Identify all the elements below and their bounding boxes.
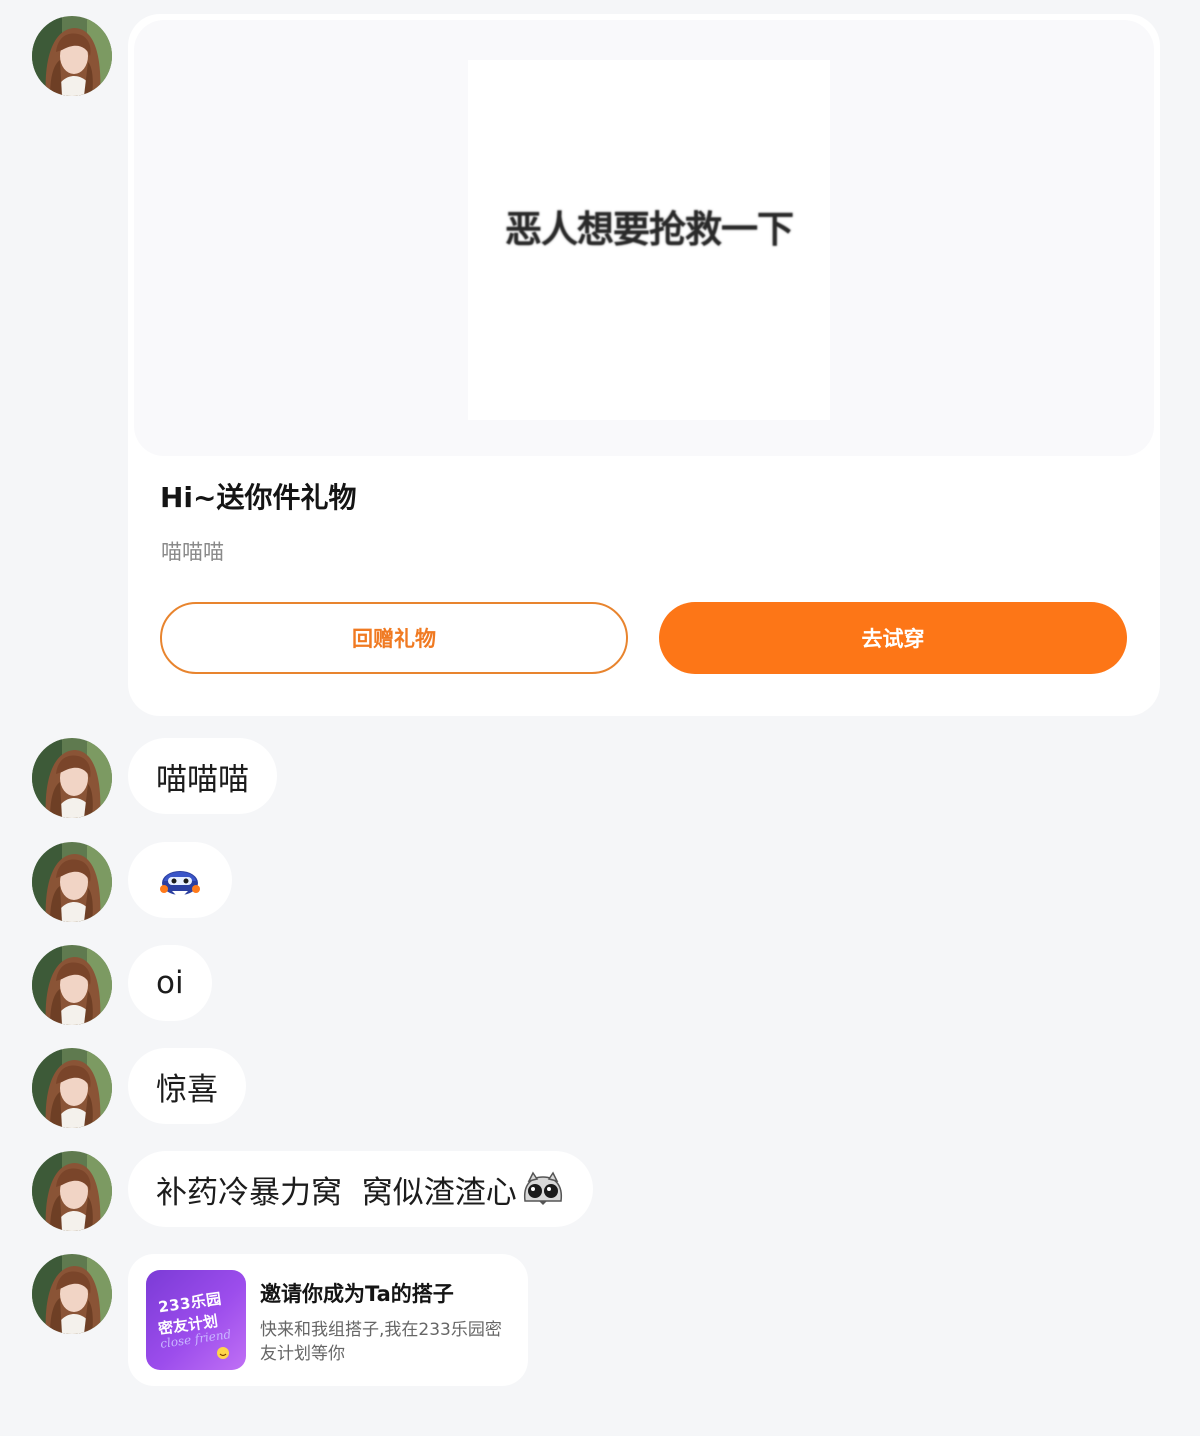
message-bubble[interactable]: 惊喜 <box>128 1048 246 1124</box>
message-text: 补药冷暴力窝 窝似渣渣心 <box>156 1174 517 1211</box>
message-text: 惊喜 <box>156 1071 218 1108</box>
avatar-image <box>32 842 112 922</box>
avatar[interactable] <box>32 945 112 1025</box>
message-bubble[interactable]: 补药冷暴力窝 窝似渣渣心 <box>128 1151 593 1227</box>
avatar[interactable] <box>32 1254 112 1334</box>
avatar-image <box>32 1048 112 1128</box>
avatar[interactable] <box>32 738 112 818</box>
avatar[interactable] <box>32 1151 112 1231</box>
avatar-image <box>32 1254 112 1334</box>
avatar-image <box>32 945 112 1025</box>
try-on-button[interactable]: 去试穿 <box>659 602 1127 674</box>
smiley-icon <box>217 1347 229 1359</box>
message-text: 喵喵喵 <box>156 761 249 798</box>
gift-preview: 恶人想要抢救一下 <box>134 20 1154 456</box>
invite-description: 快来和我组搭子,我在233乐园密友计划等你 <box>260 1320 502 1364</box>
invite-card[interactable]: 233乐园 密友计划 close friend 邀请你成为Ta的搭子 快来和我组… <box>128 1254 528 1386</box>
avatar-image <box>32 1151 112 1231</box>
avatar-image <box>32 16 112 96</box>
gift-title: Hi~送你件礼物 <box>160 481 357 514</box>
robot-sticker-icon <box>158 863 202 897</box>
avatar[interactable] <box>32 842 112 922</box>
message-bubble[interactable]: 喵喵喵 <box>128 738 277 814</box>
message-bubble[interactable]: oi <box>128 945 212 1021</box>
gift-card: 恶人想要抢救一下 Hi~送你件礼物 喵喵喵 回赠礼物 去试穿 <box>128 14 1160 716</box>
avatar-image <box>32 738 112 818</box>
return-gift-button[interactable]: 回赠礼物 <box>160 602 628 674</box>
gift-image[interactable]: 恶人想要抢救一下 <box>468 60 830 420</box>
gift-image-text: 恶人想要抢救一下 <box>505 208 794 251</box>
gift-subtitle: 喵喵喵 <box>161 540 224 564</box>
cat-eyes-emoji-icon <box>521 1171 565 1207</box>
avatar[interactable] <box>32 16 112 96</box>
invite-thumbnail: 233乐园 密友计划 close friend <box>146 1270 246 1370</box>
message-bubble[interactable] <box>128 842 232 918</box>
invite-title: 邀请你成为Ta的搭子 <box>260 1282 454 1306</box>
avatar[interactable] <box>32 1048 112 1128</box>
message-text: oi <box>156 965 184 1001</box>
